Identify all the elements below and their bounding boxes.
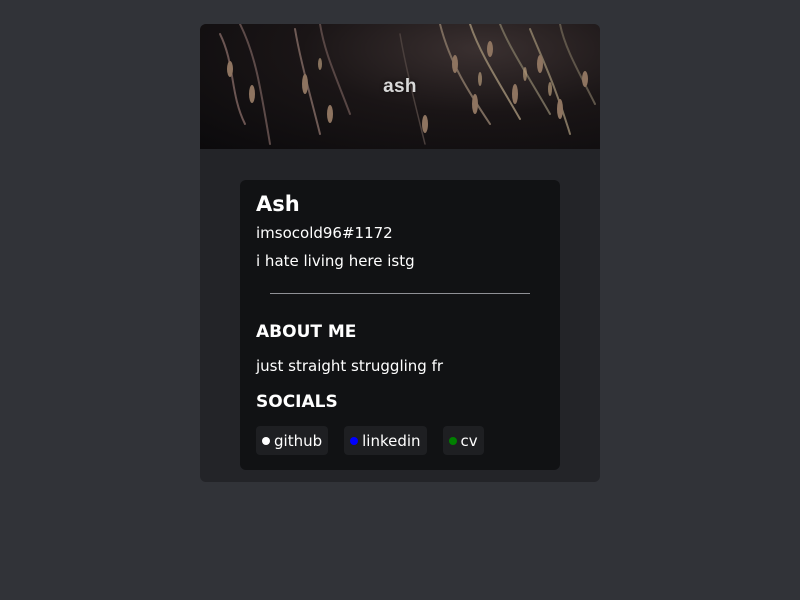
about-me-text: just straight struggling fr <box>256 357 444 375</box>
profile-details: Ash imsocold96#1172 i hate living here i… <box>240 180 560 470</box>
social-label: linkedin <box>362 431 421 450</box>
social-link-github[interactable]: github <box>256 426 329 455</box>
social-link-linkedin[interactable]: linkedin <box>344 426 427 455</box>
socials-heading: SOCIALS <box>256 392 338 412</box>
banner-title: ash <box>383 76 417 97</box>
profile-banner: ash <box>200 24 600 149</box>
display-name: Ash <box>256 192 300 216</box>
divider <box>270 293 530 294</box>
socials-list: github linkedin cv <box>256 426 544 455</box>
social-label: github <box>274 431 323 450</box>
github-dot-icon <box>262 436 270 445</box>
profile-card: ash Ash imsocold96#1172 i hate living he… <box>200 24 600 482</box>
cv-dot-icon <box>448 436 457 445</box>
custom-status: i hate living here istg <box>256 252 415 270</box>
social-label: cv <box>460 431 478 450</box>
about-me-heading: ABOUT ME <box>256 322 357 342</box>
linkedin-dot-icon <box>350 436 359 445</box>
social-link-cv[interactable]: cv <box>442 426 484 455</box>
username: imsocold96#1172 <box>256 224 393 242</box>
